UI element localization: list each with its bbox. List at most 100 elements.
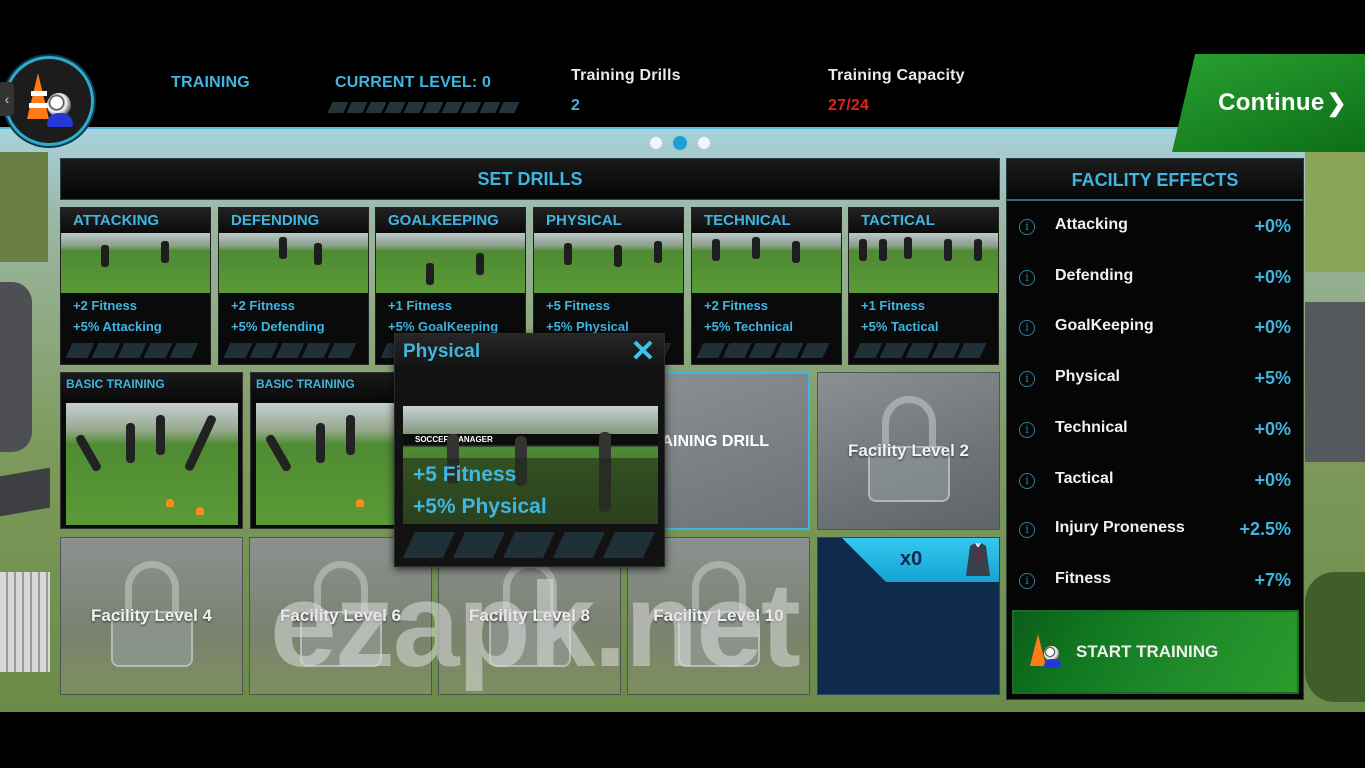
player-figure [264,433,293,473]
drill-level-bar [853,343,987,358]
player-figure [752,237,760,259]
info-icon[interactable]: i [1019,219,1035,235]
level-segment [143,343,173,358]
drill-bonus: +5% Tactical [861,319,939,334]
facility-effect-value: +7% [1254,570,1291,590]
popup-bonus: +5% Physical [413,495,547,518]
level-segment [502,532,556,558]
continue-button[interactable]: Continue ❯ [1172,54,1365,152]
page-dot[interactable] [673,136,687,150]
info-icon[interactable]: i [1019,473,1035,489]
drill-category-image [219,233,368,293]
start-training-label: START TRAINING [1076,642,1219,661]
level-segment [422,102,444,113]
drill-fitness: +5 Fitness [546,298,610,313]
level-segment [249,343,279,358]
info-icon[interactable]: i [1019,573,1035,589]
level-segment [853,343,883,358]
player-figure [944,239,952,261]
facility-effect-value: +0% [1254,267,1291,287]
drill-category-effects: +2 Fitness +5% Defending [219,293,368,337]
popup-effects: +5 Fitness +5% Physical [413,459,547,523]
level-segment [441,102,463,113]
basic-training-slot[interactable]: BASIC TRAINING [60,372,243,529]
page-dot[interactable] [698,137,710,149]
level-segment [957,343,987,358]
drill-category-title: DEFENDING [219,208,368,233]
continue-label: Continue [1218,89,1325,116]
drill-category-effects: +1 Fitness +5% Tactical [849,293,998,337]
facility-effect-row: i Injury Proneness +2.5% [1007,516,1305,546]
player-figure [74,433,103,473]
level-segment [384,102,406,113]
player-icon [47,113,73,127]
level-segment [479,102,501,113]
info-icon[interactable]: i [1019,371,1035,387]
back-button[interactable]: ‹ [0,82,14,116]
player-figure [316,423,325,463]
player-figure [614,245,622,267]
facility-effect-value: +0% [1254,216,1291,236]
training-screen: ‹ TRAINING CURRENT LEVEL: 0 Training Dri… [0,0,1365,768]
suit-icon [966,543,990,576]
facility-effect-row: i Tactical +0% [1007,467,1305,497]
training-cone-icon [1028,632,1068,676]
background-grass-left [0,152,48,262]
level-segment [117,343,147,358]
page-indicator [650,136,710,150]
facility-effects-title: FACILITY EFFECTS [1007,159,1303,201]
training-drills-value: 2 [571,97,581,114]
locked-slot-label: Facility Level 6 [280,606,401,625]
info-icon[interactable]: i [1019,522,1035,538]
drill-category-technical[interactable]: TECHNICAL +2 Fitness +5% Technical [691,207,842,365]
level-segment [327,102,349,113]
start-training-button[interactable]: START TRAINING [1012,610,1299,694]
locked-slot-label: Facility Level 2 [848,441,969,460]
background-stand-left [0,572,50,672]
level-segment [365,102,387,113]
basic-training-label: BASIC TRAINING [61,373,242,401]
facility-effect-label: GoalKeeping [1055,317,1154,334]
info-icon[interactable]: i [1019,422,1035,438]
current-level-label: CURRENT LEVEL: 0 [335,74,492,91]
basic-training-image [66,403,238,525]
level-segment [346,102,368,113]
drill-category-title: TECHNICAL [692,208,841,233]
info-icon[interactable]: i [1019,270,1035,286]
training-capacity-label: Training Capacity [828,67,965,84]
drill-level-bar [223,343,357,358]
facility-effect-label: Injury Proneness [1055,519,1185,536]
player-figure [183,413,218,473]
drill-fitness: +1 Fitness [861,298,925,313]
locked-slot: Facility Level 4 [60,537,243,695]
facility-effect-label: Physical [1055,368,1120,385]
facility-effect-row: i Defending +0% [1007,264,1305,294]
level-segment [696,343,726,358]
facility-effect-label: Tactical [1055,470,1114,487]
drill-category-attacking[interactable]: ATTACKING +2 Fitness +5% Attacking [60,207,211,365]
player-figure [346,415,355,455]
drill-category-image [61,233,210,293]
player-figure [654,241,662,263]
letterbox-top [0,0,1365,52]
drill-category-tactical[interactable]: TACTICAL +1 Fitness +5% Tactical [848,207,999,365]
drill-fitness: +2 Fitness [231,298,295,313]
level-segment [460,102,482,113]
drill-fitness: +2 Fitness [73,298,137,313]
cone-stripe [31,91,47,96]
background-grass-right [1305,152,1365,272]
popup-fitness: +5 Fitness [413,463,517,486]
close-icon[interactable]: ✕ [628,336,658,368]
player-figure [859,239,867,261]
drill-category-defending[interactable]: DEFENDING +2 Fitness +5% Defending [218,207,369,365]
facility-effect-value: +0% [1254,419,1291,439]
training-avatar[interactable] [4,56,94,146]
page-dot[interactable] [650,137,662,149]
drill-level-bar [65,343,199,358]
coach-slot[interactable]: x0 [817,537,1000,695]
header-divider [0,127,1365,129]
facility-effect-label: Technical [1055,419,1128,436]
stadium-banner: SOCCER MANAGER [403,434,658,445]
level-segment [879,343,909,358]
info-icon[interactable]: i [1019,320,1035,336]
